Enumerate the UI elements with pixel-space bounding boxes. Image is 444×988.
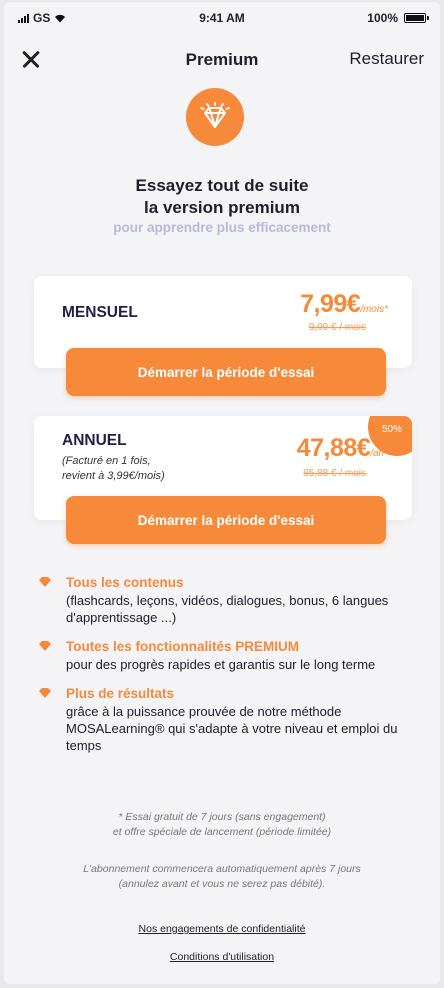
battery-icon: [404, 13, 429, 23]
feature-list: Tous les contenus (flashcards, leçons, v…: [36, 574, 416, 766]
hero-title-line1: Essayez tout de suite: [135, 176, 309, 195]
hero-title: Essayez tout de suite la version premium: [4, 175, 440, 219]
hero-title-line2: la version premium: [144, 198, 300, 217]
plan-billing-note: (Facturé en 1 fois, revient à 3,99€/mois…: [62, 454, 165, 484]
navbar: Premium Restaurer: [4, 42, 440, 78]
trial-terms-line2: et offre spéciale de lancement (période …: [112, 826, 332, 838]
feature-item: Toutes les fonctionnalités PREMIUM pour …: [36, 638, 416, 673]
privacy-link[interactable]: Nos engagements de confidentialité: [4, 923, 440, 935]
plan-price: 47,88€/an*: [297, 434, 388, 463]
auto-renew-line1: L'abonnement commencera automatiquement …: [83, 863, 361, 875]
battery-percent: 100%: [367, 11, 398, 25]
status-bar: GS 9:41 AM 100%: [4, 2, 440, 36]
feature-item: Tous les contenus (flashcards, leçons, v…: [36, 574, 416, 626]
feature-desc: (flashcards, leçons, vidéos, dialogues, …: [66, 593, 389, 625]
feature-desc: pour des progrès rapides et garantis sur…: [66, 657, 376, 672]
battery-group: 100%: [367, 11, 429, 25]
plan-name: ANNUEL: [62, 432, 127, 449]
price-unit: /mois*: [360, 304, 388, 315]
start-trial-button-monthly[interactable]: Démarrer la période d'essai: [66, 348, 386, 396]
plan-name: MENSUEL: [62, 304, 138, 321]
diamond-icon: [39, 688, 51, 698]
feature-item: Plus de résultats grâce à la puissance p…: [36, 685, 416, 754]
trial-terms: * Essai gratuit de 7 jours (sans engagem…: [4, 810, 440, 840]
diamond-icon: [200, 102, 230, 128]
hero-subtitle: pour apprendre plus efficacement: [113, 220, 331, 235]
auto-renew-line2: (annulez avant et vous ne serez pas débi…: [118, 878, 326, 890]
price-unit: /an*: [370, 448, 388, 459]
trial-terms-line1: * Essai gratuit de 7 jours (sans engagem…: [118, 811, 326, 823]
feature-title: Plus de résultats: [66, 686, 175, 701]
price-value: 47,88€: [296, 434, 371, 462]
billing-note-line1: (Facturé en 1 fois,: [62, 455, 151, 467]
restore-button[interactable]: Restaurer: [349, 49, 424, 69]
old-price: 9,99 € / mois: [308, 322, 366, 333]
auto-renew-terms: L'abonnement commencera automatiquement …: [4, 862, 440, 892]
terms-link[interactable]: Conditions d'utilisation: [4, 951, 440, 963]
diamond-icon: [39, 577, 51, 587]
feature-title: Tous les contenus: [66, 575, 184, 590]
feature-title: Toutes les fonctionnalités PREMIUM: [66, 639, 300, 654]
start-trial-button-annual[interactable]: Démarrer la période d'essai: [66, 496, 386, 544]
paywall-screen: GS 9:41 AM 100% Premium Restaurer Essaye…: [4, 2, 440, 984]
price-value: 7,99€: [300, 290, 361, 318]
plan-price: 7,99€/mois*: [300, 290, 388, 319]
billing-note-line2: revient à 3,99€/mois): [62, 470, 165, 482]
diamond-badge: [186, 88, 244, 146]
feature-desc: grâce à la puissance prouvée de notre mé…: [66, 704, 398, 753]
diamond-icon: [39, 641, 51, 651]
old-price: 95,88 € / mois: [303, 468, 366, 479]
